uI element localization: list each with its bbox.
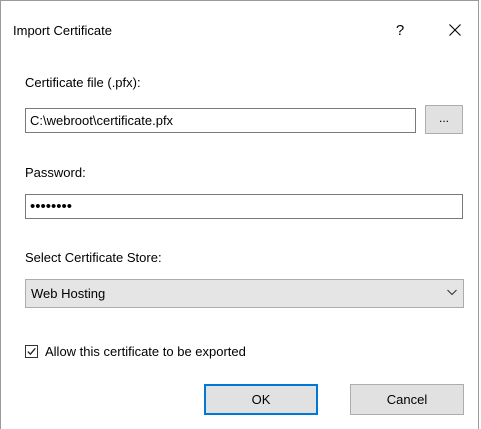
close-icon: [449, 24, 461, 36]
chevron-down-icon: [447, 289, 457, 296]
certificate-store-value: Web Hosting: [31, 286, 106, 301]
import-certificate-dialog: Import Certificate ? Certificate file (.…: [0, 0, 479, 429]
certificate-file-input[interactable]: C:\webroot\certificate.pfx: [25, 108, 416, 133]
certificate-store-label: Select Certificate Store:: [25, 250, 162, 265]
dialog-title: Import Certificate: [13, 23, 112, 38]
allow-export-checkbox[interactable]: [25, 345, 38, 358]
certificate-store-select[interactable]: Web Hosting: [25, 279, 464, 308]
ok-button[interactable]: OK: [204, 384, 318, 415]
title-bar: Import Certificate ?: [1, 1, 478, 47]
allow-export-option[interactable]: Allow this certificate to be exported: [25, 344, 246, 359]
password-label: Password:: [25, 165, 86, 180]
certificate-file-label: Certificate file (.pfx):: [25, 75, 141, 90]
close-button[interactable]: [432, 13, 478, 47]
password-input[interactable]: ••••••••: [25, 194, 463, 219]
cancel-button[interactable]: Cancel: [350, 384, 464, 415]
allow-export-label[interactable]: Allow this certificate to be exported: [45, 344, 246, 359]
checkmark-icon: [27, 347, 36, 356]
browse-button[interactable]: ...: [425, 105, 463, 134]
help-button[interactable]: ?: [377, 13, 423, 47]
